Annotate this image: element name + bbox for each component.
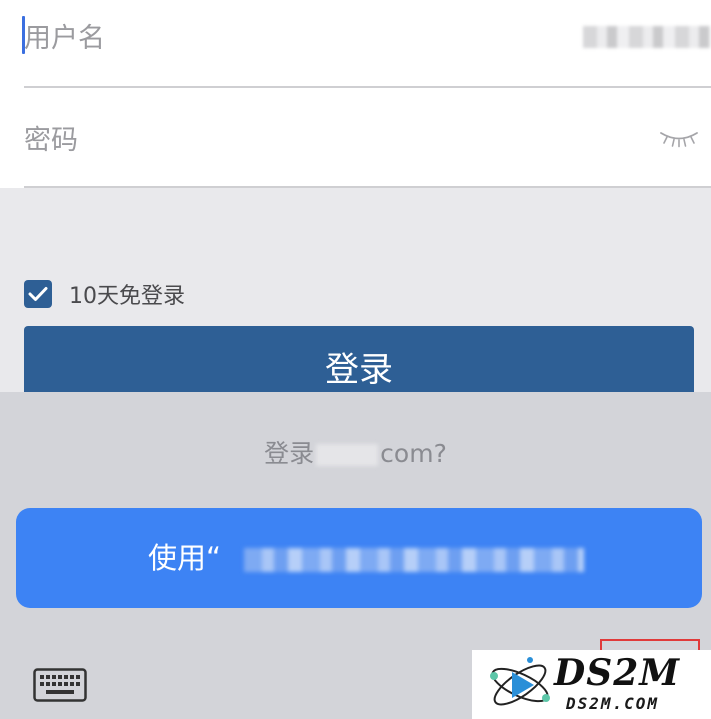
- username-placeholder: 用户名: [24, 23, 105, 54]
- atom-logo-icon: [490, 657, 550, 706]
- prompt-suffix: com?: [380, 439, 447, 468]
- password-placeholder: 密码: [24, 125, 78, 156]
- remember-me-row[interactable]: 10天免登录: [24, 278, 185, 310]
- watermark-main-text: DS2M: [554, 652, 681, 694]
- blurred-credential: [244, 548, 584, 572]
- use-button-label: 使用“: [148, 541, 222, 575]
- prompt-prefix: 登录: [264, 439, 315, 468]
- watermark: DS2M DS2M.COM: [472, 650, 711, 719]
- blurred-domain: [316, 444, 379, 466]
- login-form: 用户名 密码: [0, 0, 711, 188]
- keyboard-icon[interactable]: [33, 668, 87, 702]
- autofill-prompt: 登录 com?: [0, 434, 711, 470]
- remember-checkbox[interactable]: [24, 280, 52, 308]
- watermark-sub-text: DS2M.COM: [566, 694, 660, 713]
- use-saved-credential-button[interactable]: 使用“: [16, 508, 702, 608]
- username-field[interactable]: 用户名: [22, 0, 711, 88]
- checkmark-icon: [28, 287, 48, 301]
- eye-closed-icon[interactable]: [659, 128, 699, 148]
- blurred-username-value: [583, 26, 711, 48]
- password-field[interactable]: 密码: [24, 88, 711, 188]
- remember-label: 10天免登录: [69, 284, 185, 309]
